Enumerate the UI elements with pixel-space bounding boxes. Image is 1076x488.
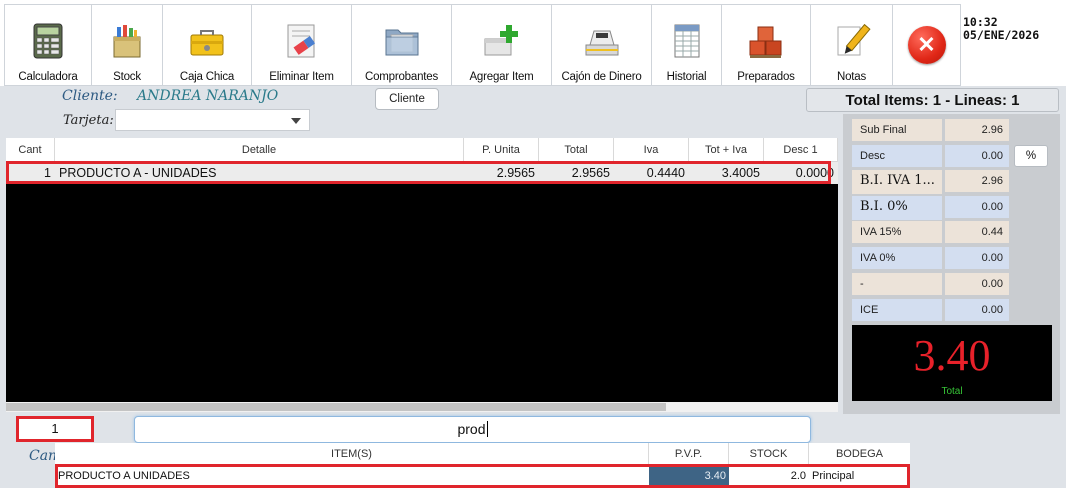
stock-button[interactable]: Stock bbox=[92, 4, 163, 86]
comprobantes-label: Comprobantes bbox=[364, 71, 439, 83]
spreadsheet-icon bbox=[674, 24, 699, 58]
historial-button[interactable]: Historial bbox=[652, 4, 722, 86]
total-items-banner: Total Items: 1 - Lineas: 1 bbox=[806, 88, 1059, 112]
totals-value: 0.00 bbox=[945, 196, 1009, 218]
agregar-item-button[interactable]: Agregar Item bbox=[452, 4, 552, 86]
notas-label: Notas bbox=[836, 71, 867, 83]
cliente-button[interactable]: Cliente bbox=[375, 88, 439, 110]
totals-label: Sub Final bbox=[852, 119, 942, 141]
eraser-icon bbox=[287, 24, 315, 58]
agregar-item-label: Agregar Item bbox=[469, 71, 534, 83]
grid-col-tot-iva[interactable]: Tot + Iva bbox=[689, 138, 764, 162]
totals-value: 0.00 bbox=[945, 145, 1009, 167]
totals-label: IVA 15% bbox=[852, 221, 942, 243]
results-header: ITEM(S) P.V.P. STOCK BODEGA bbox=[55, 443, 910, 465]
results-col-bodega[interactable]: BODEGA bbox=[809, 443, 910, 465]
totals-label: - bbox=[852, 273, 942, 295]
add-item-icon bbox=[484, 25, 518, 56]
stock-box-icon bbox=[113, 25, 141, 58]
results-col-items[interactable]: ITEM(S) bbox=[55, 443, 649, 465]
grid-col-total[interactable]: Total bbox=[539, 138, 614, 162]
comprobantes-button[interactable]: Comprobantes bbox=[352, 4, 452, 86]
chevron-down-icon bbox=[291, 118, 301, 124]
grid-col-desc1[interactable]: Desc 1 bbox=[764, 138, 838, 162]
totals-value: 2.96 bbox=[945, 119, 1009, 141]
grand-total-amount: 3.40 bbox=[913, 331, 991, 380]
selected-result-highlight bbox=[55, 464, 910, 488]
cajon-de-dinero-button[interactable]: Cajón de Dinero bbox=[552, 4, 652, 86]
caja-chica-label: Caja Chica bbox=[179, 71, 235, 83]
grid-col-detalle[interactable]: Detalle bbox=[55, 138, 464, 162]
scrollbar-thumb[interactable] bbox=[6, 403, 666, 411]
preparados-button[interactable]: Preparados bbox=[722, 4, 811, 86]
grid-col-iva[interactable]: Iva bbox=[614, 138, 689, 162]
results-col-pvp[interactable]: P.V.P. bbox=[649, 443, 729, 465]
quantity-input[interactable]: 1 bbox=[16, 416, 94, 442]
eliminar-item-button[interactable]: Eliminar Item bbox=[252, 4, 352, 86]
notas-button[interactable]: Notas bbox=[811, 4, 893, 86]
totals-value: 2.96 bbox=[945, 170, 1009, 192]
results-col-stock[interactable]: STOCK bbox=[729, 443, 809, 465]
pencil-note-icon bbox=[837, 23, 871, 56]
close-button[interactable]: ✕ bbox=[893, 4, 961, 86]
grand-total-label: Total bbox=[941, 386, 963, 397]
totals-label: ICE bbox=[852, 299, 942, 321]
calculadora-label: Calculadora bbox=[18, 71, 78, 83]
grid-col-p-unita[interactable]: P. Unita bbox=[464, 138, 539, 162]
product-search-input[interactable]: prod bbox=[134, 416, 811, 443]
close-icon: ✕ bbox=[907, 26, 946, 64]
stock-label: Stock bbox=[113, 71, 141, 83]
cliente-value: ANDREA NARANJO bbox=[137, 88, 279, 104]
totals-value: 0.44 bbox=[945, 221, 1009, 243]
totals-value: 0.00 bbox=[945, 299, 1009, 321]
toolbox-icon bbox=[190, 30, 224, 56]
percent-button[interactable]: % bbox=[1014, 145, 1048, 167]
grid-header: Cant Detalle P. Unita Total Iva Tot + Iv… bbox=[6, 138, 838, 162]
folder-icon bbox=[385, 29, 418, 56]
calculator-icon bbox=[33, 23, 63, 59]
text-cursor bbox=[486, 421, 488, 437]
tarjeta-select[interactable] bbox=[115, 109, 310, 131]
tarjeta-label: Tarjeta: bbox=[63, 113, 114, 128]
search-text: prod bbox=[457, 421, 486, 437]
toolbar: Calculadora Stock Caja Chica Eliminar It… bbox=[4, 4, 961, 86]
selected-row-highlight bbox=[6, 161, 831, 184]
caja-chica-button[interactable]: Caja Chica bbox=[163, 4, 252, 86]
totals-value: 0.00 bbox=[945, 273, 1009, 295]
historial-label: Historial bbox=[666, 71, 707, 83]
totals-label: Desc bbox=[852, 145, 942, 167]
cliente-label: Cliente: bbox=[62, 88, 118, 104]
grid-col-cant[interactable]: Cant bbox=[6, 138, 55, 162]
grid-horizontal-scrollbar[interactable] bbox=[6, 402, 838, 412]
cajon-de-dinero-label: Cajón de Dinero bbox=[561, 71, 642, 83]
cash-register-icon bbox=[585, 30, 618, 56]
crates-icon bbox=[749, 26, 782, 58]
totals-label: IVA 0% bbox=[852, 247, 942, 269]
totals-value: 0.00 bbox=[945, 247, 1009, 269]
clock-date: 05/ENE/2026 bbox=[963, 28, 1040, 42]
clock: 10:32 05/ENE/2026 bbox=[963, 16, 1039, 42]
calculadora-button[interactable]: Calculadora bbox=[4, 4, 92, 86]
totals-label: B.I. IVA 1... bbox=[852, 170, 942, 194]
eliminar-item-label: Eliminar Item bbox=[269, 71, 334, 83]
grand-total-display: 3.40 Total bbox=[852, 325, 1052, 401]
preparados-label: Preparados bbox=[737, 71, 795, 83]
totals-label: B.I. 0% bbox=[852, 196, 942, 220]
